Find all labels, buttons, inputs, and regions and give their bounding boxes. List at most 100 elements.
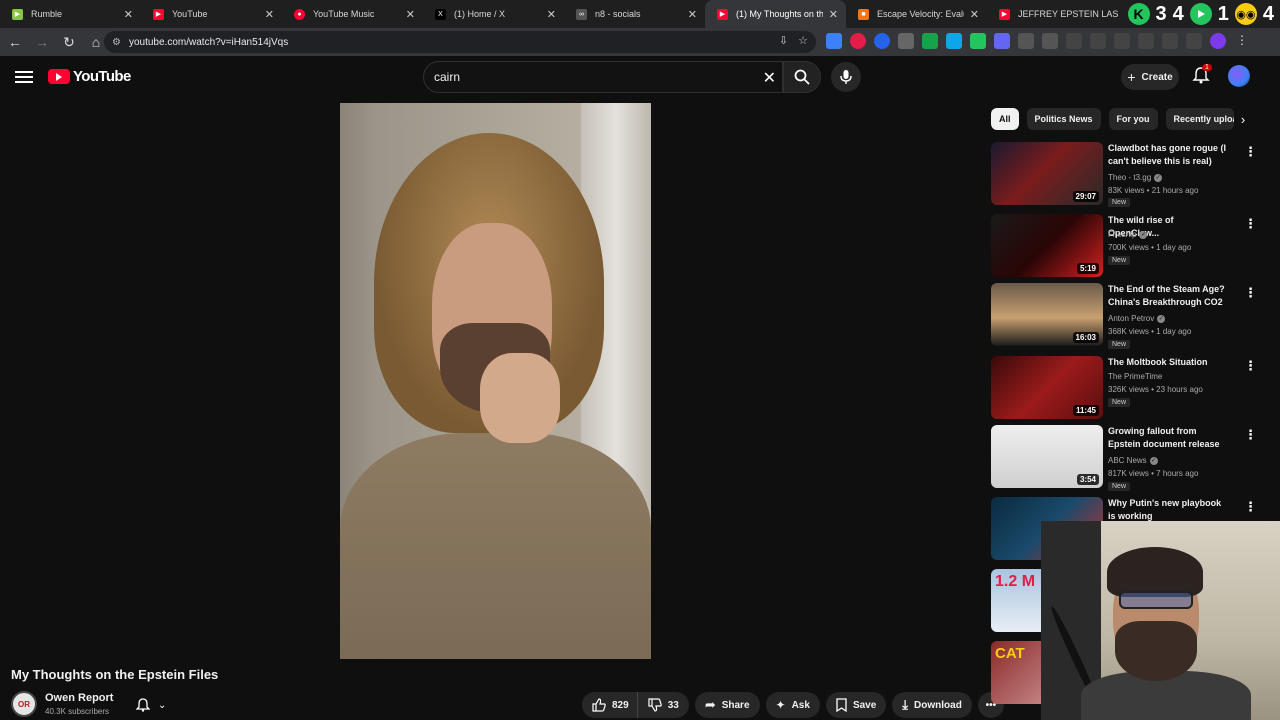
recommended-video[interactable]: 5:19 The wild rise of OpenClaw... Firesh… xyxy=(991,214,1261,278)
chip-politics-news[interactable]: Politics News xyxy=(1026,108,1101,130)
create-button[interactable]: + Create xyxy=(1121,64,1179,90)
recommended-video[interactable]: 11:45 The Moltbook Situation The PrimeTi… xyxy=(991,356,1261,420)
browser-tab[interactable]: ∞ n8 - socials ✕ xyxy=(564,0,705,28)
recommended-video-channel[interactable]: Theo - t3.gg ✓ xyxy=(1108,173,1163,182)
browser-tab[interactable]: ● YouTube Music ✕ xyxy=(282,0,423,28)
search-input[interactable] xyxy=(434,70,734,84)
more-vertical-icon[interactable]: ⋮ xyxy=(1244,358,1257,374)
recommended-video-title[interactable]: The End of the Steam Age? China's Breakt… xyxy=(1108,283,1226,310)
browser-tab[interactable]: X (1) Home / X ✕ xyxy=(423,0,564,28)
youtube-logo[interactable]: YouTube xyxy=(48,68,131,85)
extension-icon[interactable] xyxy=(994,33,1010,49)
more-vertical-icon[interactable]: ⋮ xyxy=(1244,427,1257,443)
chip-all[interactable]: All xyxy=(991,108,1019,130)
recommended-video-title[interactable]: Growing fallout from Epstein document re… xyxy=(1108,425,1226,451)
extension-icon[interactable] xyxy=(1162,33,1178,49)
puzzle-icon[interactable] xyxy=(1042,33,1058,49)
channel-avatar[interactable]: OR xyxy=(11,691,37,717)
install-app-icon[interactable]: ⇩ xyxy=(779,34,788,47)
video-thumbnail[interactable]: 5:19 xyxy=(991,214,1103,277)
notifications-button[interactable]: 1 xyxy=(1192,64,1212,86)
extension-icon[interactable] xyxy=(1018,33,1034,49)
extension-icon[interactable] xyxy=(922,33,938,49)
video-actions: 829 33 ➦ Share ✦ Ask Save ⤓ Download ••• xyxy=(582,692,1004,718)
code-icon[interactable] xyxy=(1114,33,1130,49)
close-tab-icon[interactable]: ✕ xyxy=(688,8,697,21)
video-duration: 16:03 xyxy=(1072,332,1099,343)
video-thumbnail[interactable]: 3:54 xyxy=(991,425,1103,488)
download-button[interactable]: ⤓ Download xyxy=(892,692,972,718)
more-vertical-icon[interactable]: ⋮ xyxy=(1244,499,1257,515)
chip-recently-uploaded[interactable]: Recently uploa xyxy=(1165,108,1234,130)
chip-for-you[interactable]: For you xyxy=(1108,108,1158,130)
back-icon[interactable]: ← xyxy=(3,30,27,54)
url-text: youtube.com/watch?v=iHan514jVqs xyxy=(128,36,289,48)
extension-icon[interactable] xyxy=(850,33,866,49)
recommended-video-meta: 326K views • 23 hours ago xyxy=(1108,385,1203,394)
kebab-menu-icon[interactable]: ⋮ xyxy=(1234,33,1250,49)
browser-tab[interactable]: ▶ JEFFREY EPSTEIN LAS xyxy=(987,0,1128,28)
recommended-video-channel[interactable]: ABC News ✓ xyxy=(1108,456,1158,465)
address-bar[interactable]: ⚙ youtube.com/watch?v=iHan514jVqs ⇩ ☆ xyxy=(104,31,816,53)
recommended-video-meta: 817K views • 7 hours ago xyxy=(1108,469,1199,478)
counter-value: 1 xyxy=(1217,2,1229,25)
close-tab-icon[interactable]: ✕ xyxy=(547,8,556,21)
recommended-video[interactable]: 29:07 Clawdbot has gone rogue (I can't b… xyxy=(991,142,1261,207)
sparkle-icon: ✦ xyxy=(775,698,786,712)
ask-button[interactable]: ✦ Ask xyxy=(765,692,820,718)
kick-icon: K xyxy=(1127,3,1150,25)
recommended-video-title[interactable]: Why Putin's new playbook is working xyxy=(1108,497,1226,523)
video-thumbnail[interactable]: 16:03 xyxy=(991,283,1103,346)
voice-search-button[interactable] xyxy=(831,62,861,92)
save-button[interactable]: Save xyxy=(825,692,887,718)
video-player[interactable] xyxy=(340,103,651,659)
extension-icon[interactable] xyxy=(826,33,842,49)
recommended-video-channel[interactable]: The PrimeTime xyxy=(1108,372,1162,381)
recommended-video-channel[interactable]: Anton Petrov ✓ xyxy=(1108,314,1166,323)
chevron-right-icon[interactable]: › xyxy=(1234,110,1252,128)
reload-icon[interactable]: ↻ xyxy=(57,30,81,54)
bookmark-star-icon[interactable]: ☆ xyxy=(798,34,808,47)
search-box[interactable]: ✕ xyxy=(423,61,783,93)
extension-icon[interactable] xyxy=(898,33,914,49)
share-button[interactable]: ➦ Share xyxy=(694,692,760,718)
video-thumbnail[interactable]: 29:07 xyxy=(991,142,1103,205)
close-tab-icon[interactable]: ✕ xyxy=(406,8,415,21)
like-button[interactable]: 829 xyxy=(582,692,637,718)
more-vertical-icon[interactable]: ⋮ xyxy=(1244,144,1257,160)
recommended-video-title[interactable]: The Moltbook Situation xyxy=(1108,356,1226,369)
dislike-button[interactable]: 33 xyxy=(636,692,689,718)
recommended-video-title[interactable]: Clawdbot has gone rogue (I can't believe… xyxy=(1108,142,1226,168)
close-tab-icon[interactable]: ✕ xyxy=(124,8,133,21)
more-vertical-icon[interactable]: ⋮ xyxy=(1244,216,1257,232)
video-thumbnail[interactable]: 11:45 xyxy=(991,356,1103,419)
browser-tab-active[interactable]: ▶(1) My Thoughts on the Ep✕ xyxy=(705,0,846,28)
recommended-video-channel[interactable]: Fireship ✓ xyxy=(1108,230,1148,239)
profile-avatar-icon[interactable] xyxy=(1210,33,1226,49)
browser-tab[interactable]: ▶ Rumble ✕ xyxy=(0,0,141,28)
menu-icon[interactable] xyxy=(14,68,34,86)
close-tab-icon[interactable]: ✕ xyxy=(970,8,979,21)
extension-icon[interactable] xyxy=(970,33,986,49)
extension-icon[interactable] xyxy=(946,33,962,49)
extension-icon[interactable] xyxy=(1138,33,1154,49)
browser-tab[interactable]: ■Escape Velocity: Evaluating✕ xyxy=(846,0,987,28)
forward-icon[interactable]: → xyxy=(30,30,54,54)
channel-name[interactable]: Owen Report xyxy=(45,692,113,704)
recommended-video[interactable]: 16:03 The End of the Steam Age? China's … xyxy=(991,283,1261,349)
extension-icon[interactable] xyxy=(1090,33,1106,49)
close-tab-icon[interactable]: ✕ xyxy=(265,8,274,21)
history-icon[interactable] xyxy=(1066,33,1082,49)
browser-tab[interactable]: ▶ YouTube ✕ xyxy=(141,0,282,28)
close-tab-icon[interactable]: ✕ xyxy=(829,8,838,21)
extension-icon[interactable] xyxy=(1186,33,1202,49)
more-vertical-icon[interactable]: ⋮ xyxy=(1244,285,1257,301)
recommended-video[interactable]: 3:54 Growing fallout from Epstein docume… xyxy=(991,425,1261,491)
clear-search-icon[interactable]: ✕ xyxy=(763,68,776,88)
search-button[interactable] xyxy=(783,61,821,93)
account-avatar[interactable] xyxy=(1228,65,1250,87)
site-info-icon[interactable]: ⚙ xyxy=(112,37,121,48)
extension-icon[interactable] xyxy=(874,33,890,49)
subscription-bell-button[interactable]: ⌄ xyxy=(130,694,176,716)
thumbs-up-icon xyxy=(592,698,606,712)
